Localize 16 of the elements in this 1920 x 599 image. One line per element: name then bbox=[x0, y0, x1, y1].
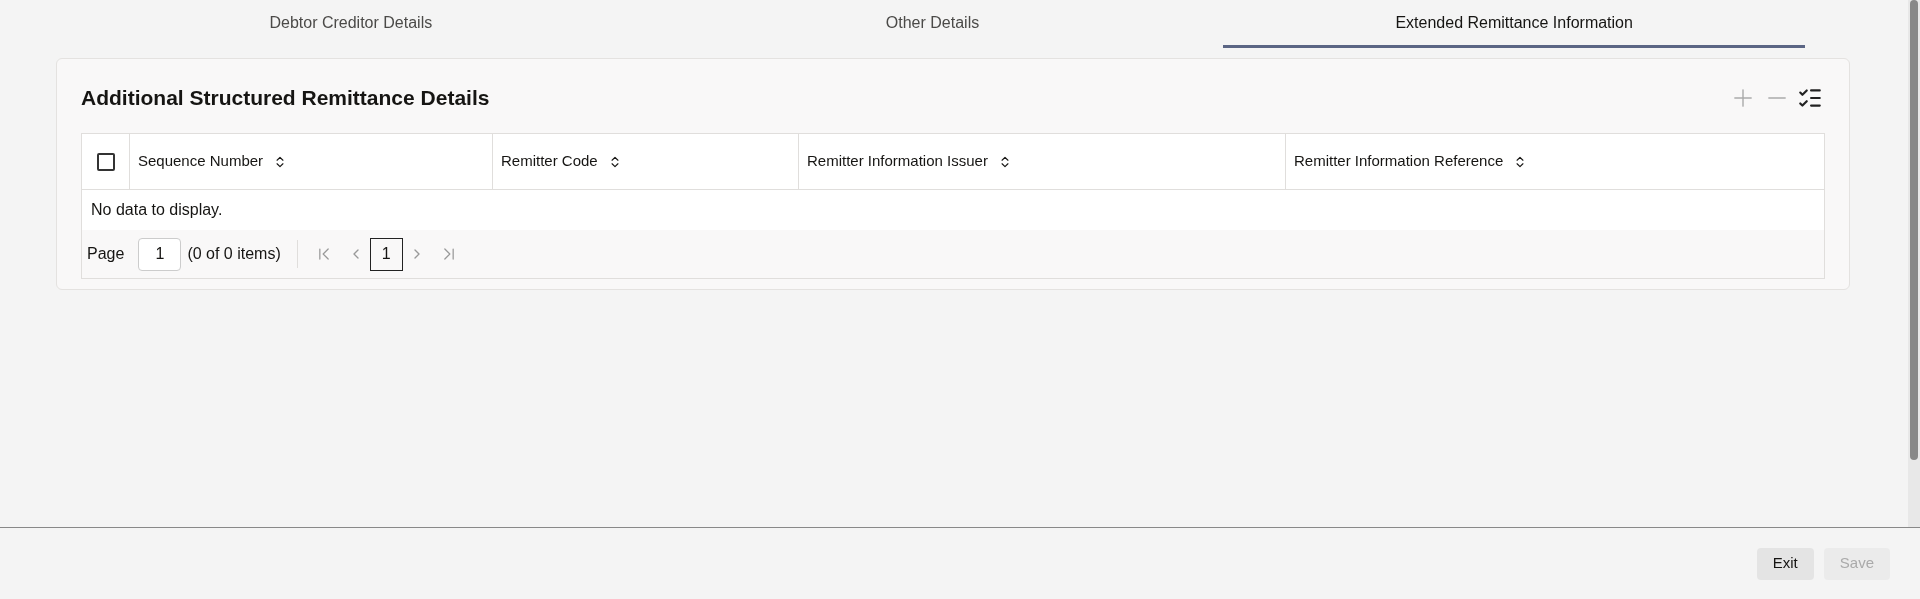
column-header[interactable]: Remitter Code bbox=[493, 134, 799, 189]
tab[interactable]: Debtor Creditor Details bbox=[60, 0, 642, 48]
column-header[interactable]: Remitter Information Issuer bbox=[799, 134, 1286, 189]
select-all-checkbox[interactable] bbox=[96, 152, 115, 171]
column-header[interactable]: Remitter Information Reference bbox=[1286, 134, 1824, 189]
page-input[interactable]: 1 bbox=[138, 237, 182, 271]
empty-message: No data to display. bbox=[91, 200, 223, 220]
tab[interactable]: Extended Remittance Information bbox=[1223, 0, 1805, 48]
tab[interactable]: Other Details bbox=[641, 0, 1224, 48]
current-page[interactable]: 1 bbox=[369, 237, 403, 271]
page-label: Page bbox=[87, 244, 125, 264]
scrollbar[interactable] bbox=[1908, 0, 1920, 527]
section-title: Additional Structured Remittance Details bbox=[81, 85, 490, 112]
footer-button[interactable]: Exit bbox=[1756, 547, 1814, 580]
item-count: (0 of 0 items) bbox=[187, 244, 281, 264]
column-header[interactable]: Sequence Number bbox=[130, 134, 493, 189]
